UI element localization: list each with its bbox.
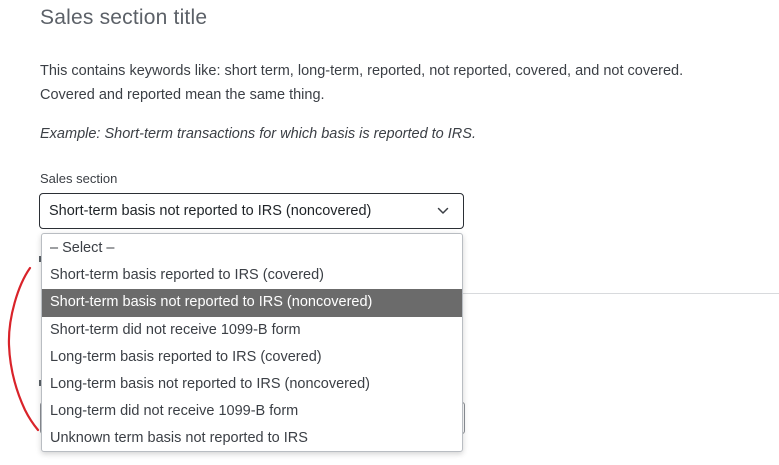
option-long-term-noncovered[interactable]: Long-term basis not reported to IRS (non… <box>42 371 462 398</box>
option-select-placeholder[interactable]: – Select – <box>42 235 462 262</box>
option-long-term-covered[interactable]: Long-term basis reported to IRS (covered… <box>42 344 462 371</box>
option-long-term-no-1099b[interactable]: Long-term did not receive 1099-B form <box>42 398 462 425</box>
option-short-term-noncovered[interactable]: Short-term basis not reported to IRS (no… <box>42 289 462 317</box>
section-description: This contains keywords like: short term,… <box>40 59 775 107</box>
sales-section-options-list[interactable]: – Select – Short-term basis reported to … <box>41 233 463 452</box>
example-text: Example: Short-term transactions for whi… <box>40 126 476 142</box>
sales-section-select-value: Short-term basis not reported to IRS (no… <box>49 203 372 219</box>
section-divider <box>462 293 779 294</box>
option-short-term-no-1099b[interactable]: Short-term did not receive 1099-B form <box>42 317 462 344</box>
chevron-down-icon <box>437 207 449 214</box>
sales-section-label: Sales section <box>40 171 118 186</box>
section-title: Sales section title <box>40 6 208 29</box>
description-line-2: Covered and reported mean the same thing… <box>40 87 325 103</box>
description-line-1: This contains keywords like: short term,… <box>40 63 684 79</box>
sales-section-select[interactable]: Short-term basis not reported to IRS (no… <box>39 193 464 229</box>
option-short-term-covered[interactable]: Short-term basis reported to IRS (covere… <box>42 262 462 289</box>
option-unknown-term-noncovered[interactable]: Unknown term basis not reported to IRS <box>42 425 462 451</box>
